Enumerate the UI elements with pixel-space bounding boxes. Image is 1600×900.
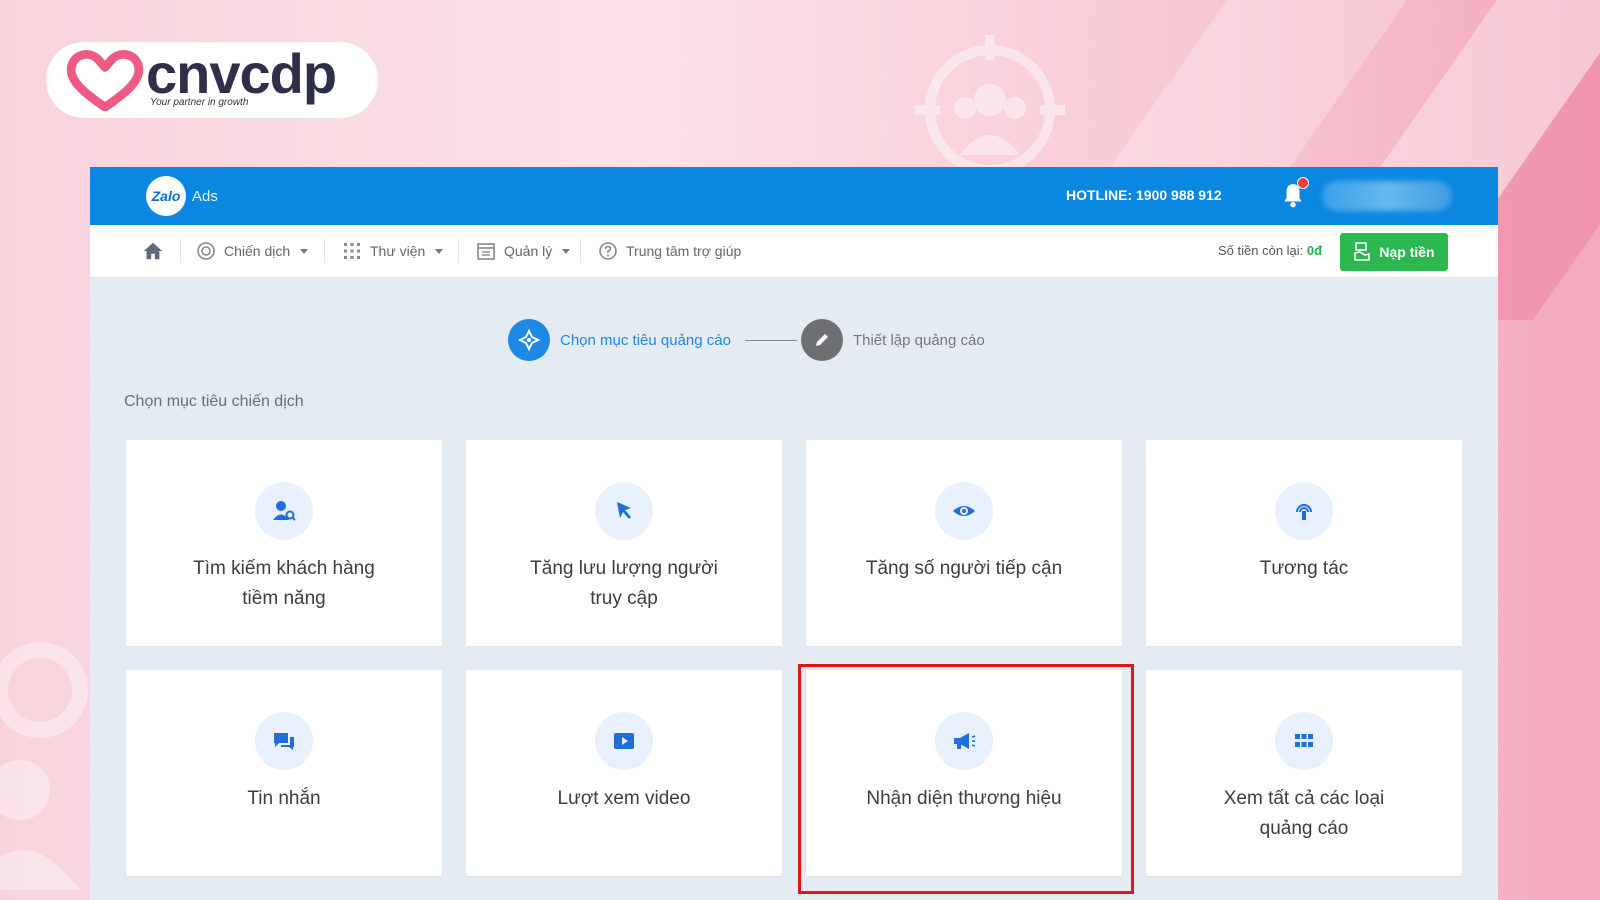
objective-card-video-views[interactable]: Lượt xem video bbox=[466, 670, 782, 876]
nav-library-label: Thư viện bbox=[370, 243, 426, 259]
hotline-text: HOTLINE: 1900 988 912 bbox=[1066, 187, 1222, 203]
nav-help-center[interactable]: Trung tâm trợ giúp bbox=[598, 241, 741, 261]
zalo-logo-text: Zalo bbox=[146, 176, 186, 216]
nav-campaign[interactable]: Chiến dịch bbox=[196, 241, 309, 261]
nav-divider bbox=[580, 239, 581, 263]
target-icon bbox=[197, 242, 215, 260]
zalo-ads-window: Zalo Ads HOTLINE: 1900 988 912 Chiến dịc… bbox=[90, 167, 1498, 900]
nav-campaign-label: Chiến dịch bbox=[224, 243, 291, 259]
nav-bar: Chiến dịch Thư viện Quản lý Trung tâm tr… bbox=[90, 225, 1498, 278]
objective-card-engagement[interactable]: Tương tác bbox=[1146, 440, 1462, 646]
objective-card-traffic[interactable]: Tăng lưu lượng người truy cập bbox=[466, 440, 782, 646]
brand-logo: cnvcdp Your partner in growth bbox=[46, 42, 378, 118]
step-2-label: Thiết lập quảng cáo bbox=[852, 331, 985, 349]
help-icon bbox=[599, 242, 617, 260]
grid-icon bbox=[344, 243, 360, 259]
objective-label: Xem tất cả các loại bbox=[1223, 788, 1385, 809]
zalo-ads-logo[interactable]: Zalo Ads bbox=[146, 176, 218, 216]
objective-card-lead[interactable]: Tìm kiếm khách hàng tiềm năng bbox=[126, 440, 442, 646]
audience-target-icon bbox=[915, 35, 1065, 175]
chevron-down-icon bbox=[562, 248, 571, 254]
wizard-steps: Chọn mục tiêu quảng cáo Thiết lập quảng … bbox=[508, 319, 995, 361]
apps-icon bbox=[1295, 734, 1313, 747]
video-icon bbox=[614, 733, 634, 749]
crosshair-icon bbox=[508, 319, 550, 361]
brand-name: cnvcdp bbox=[146, 42, 337, 105]
objective-label: Tương tác bbox=[1259, 558, 1349, 579]
topup-label: Nạp tiền bbox=[1379, 244, 1435, 260]
nav-divider bbox=[180, 239, 181, 263]
topup-button[interactable]: Nạp tiền bbox=[1340, 233, 1448, 271]
chevron-down-icon bbox=[435, 248, 444, 254]
nav-help-label: Trung tâm trợ giúp bbox=[626, 243, 742, 259]
step-1-label: Chọn mục tiêu quảng cáo bbox=[560, 331, 731, 349]
objective-card-messages[interactable]: Tin nhắn bbox=[126, 670, 442, 876]
nav-library[interactable]: Thư viện bbox=[342, 241, 444, 261]
balance-value: 0đ bbox=[1306, 243, 1323, 258]
objective-label: Tăng lưu lượng người bbox=[530, 558, 718, 579]
objective-label: Nhận diện thương hiệu bbox=[866, 788, 1062, 809]
calendar-icon bbox=[477, 243, 495, 260]
balance-display: Số tiền còn lại: 0đ bbox=[1218, 243, 1322, 258]
product-name: Ads bbox=[192, 187, 218, 205]
objective-label: quảng cáo bbox=[1259, 818, 1349, 839]
objective-label: Tin nhắn bbox=[247, 788, 321, 809]
user-account-menu[interactable] bbox=[1322, 181, 1452, 211]
pencil-icon bbox=[800, 319, 843, 361]
objective-label: Tăng số người tiếp cận bbox=[865, 558, 1063, 579]
nav-divider bbox=[458, 239, 459, 263]
nav-divider bbox=[324, 239, 325, 263]
objective-label: Tìm kiếm khách hàng bbox=[193, 558, 375, 579]
objective-label: Lượt xem video bbox=[557, 788, 691, 809]
cursor-icon bbox=[617, 502, 631, 519]
wallet-hand-icon bbox=[1354, 242, 1371, 261]
nav-manage-label: Quản lý bbox=[504, 243, 553, 259]
brand-tagline: Your partner in growth bbox=[150, 97, 249, 108]
chevron-down-icon bbox=[300, 248, 309, 254]
notification-badge bbox=[1297, 177, 1309, 189]
objective-card-reach[interactable]: Tăng số người tiếp cận bbox=[806, 440, 1122, 646]
section-title: Chọn mục tiêu chiến dịch bbox=[124, 393, 304, 410]
objective-label: truy cập bbox=[590, 588, 658, 609]
megaphone-icon bbox=[954, 733, 976, 749]
objective-card-view-all[interactable]: Xem tất cả các loại quảng cáo bbox=[1146, 670, 1462, 876]
eye-icon bbox=[953, 506, 975, 516]
broadcast-icon bbox=[1296, 504, 1312, 520]
top-bar: Zalo Ads HOTLINE: 1900 988 912 bbox=[90, 167, 1498, 225]
chat-icon bbox=[274, 733, 294, 750]
nav-manage[interactable]: Quản lý bbox=[476, 241, 571, 261]
objective-label: tiềm năng bbox=[242, 588, 326, 609]
home-icon[interactable] bbox=[142, 240, 164, 262]
objective-card-brand-awareness[interactable]: Nhận diện thương hiệu bbox=[806, 670, 1122, 876]
balance-label: Số tiền còn lại: bbox=[1218, 243, 1304, 258]
heart-logo-icon bbox=[66, 50, 144, 111]
user-search-icon bbox=[273, 501, 296, 521]
step-connector bbox=[744, 339, 797, 341]
